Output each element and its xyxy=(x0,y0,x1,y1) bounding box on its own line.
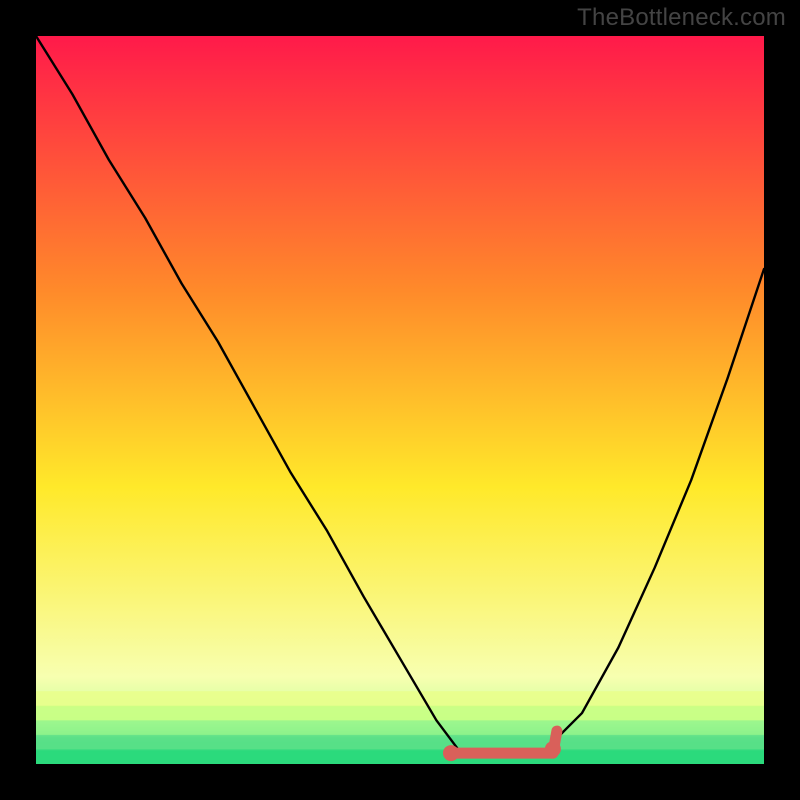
chart-svg xyxy=(36,36,764,764)
bottom-bands xyxy=(36,691,764,764)
chart-frame: TheBottleneck.com xyxy=(0,0,800,800)
plot-area xyxy=(36,36,764,764)
gradient-background xyxy=(36,36,764,764)
watermark-text: TheBottleneck.com xyxy=(577,4,786,32)
